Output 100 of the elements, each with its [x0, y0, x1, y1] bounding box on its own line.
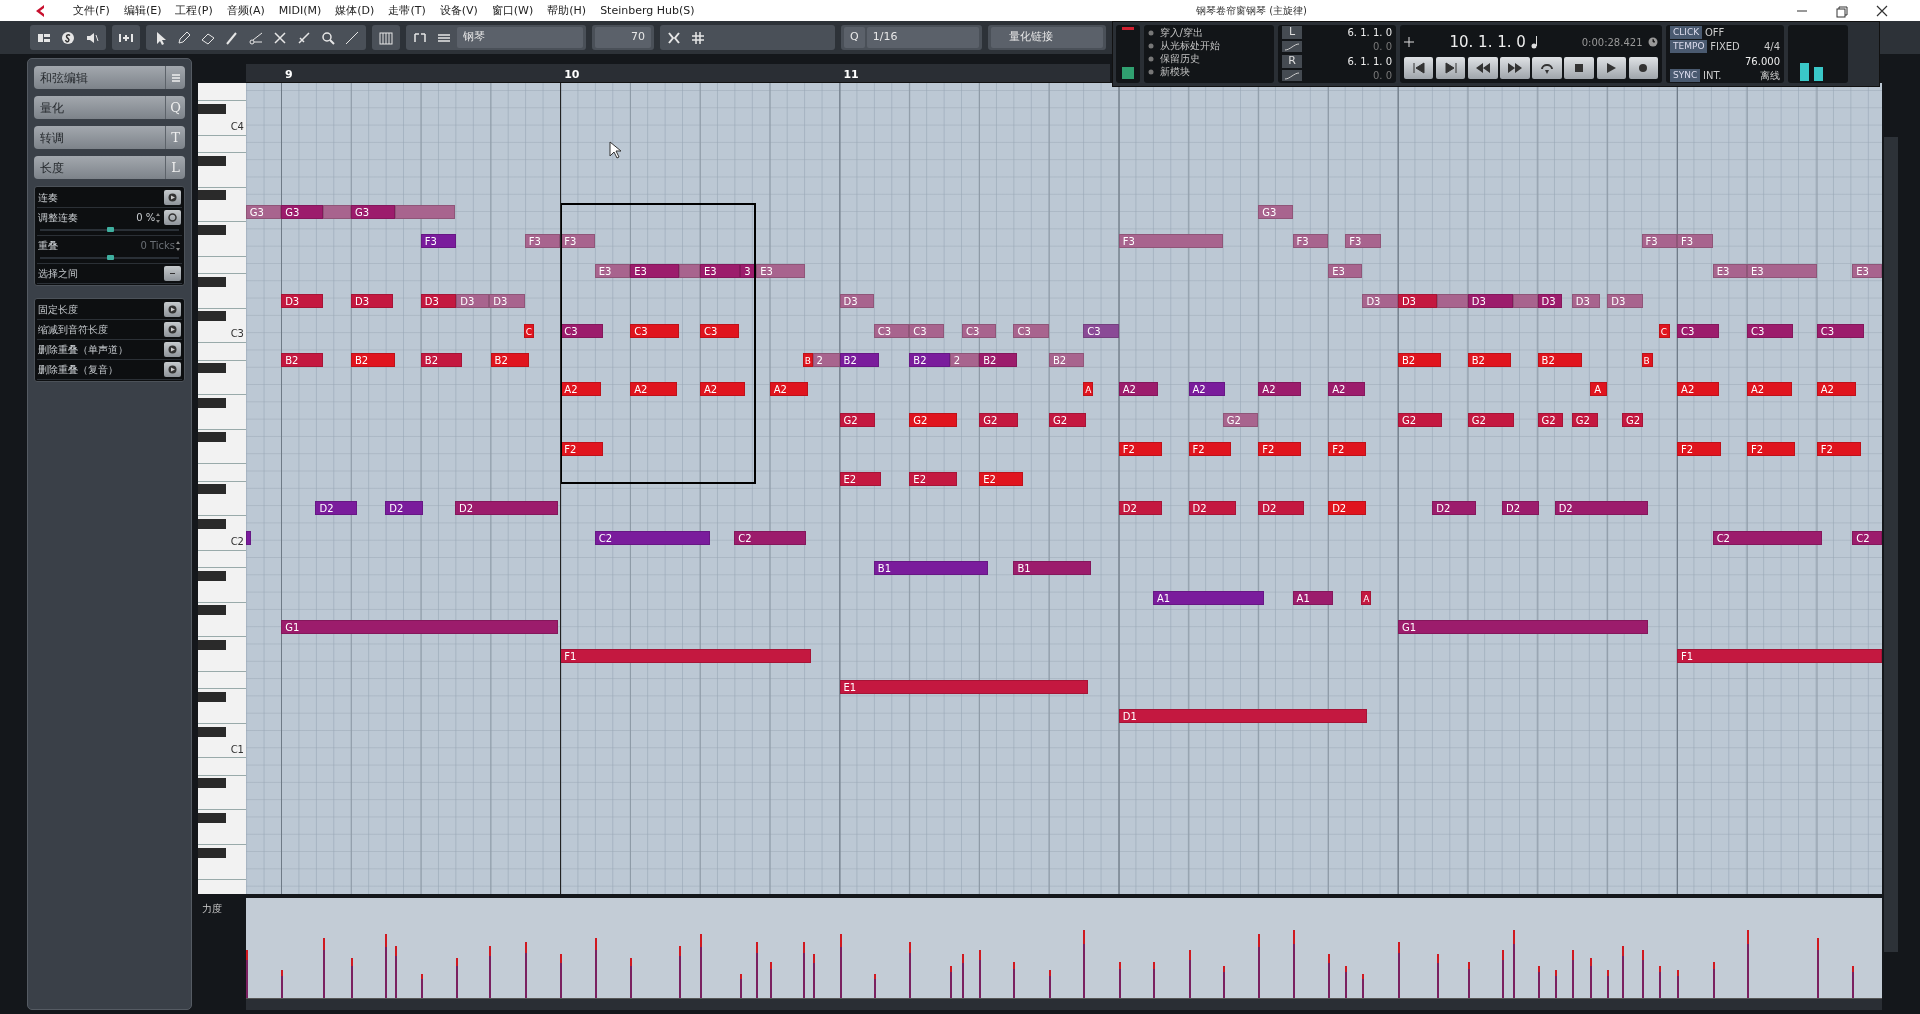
velocity-bar[interactable]: [1362, 974, 1365, 998]
quantize-link-dropdown[interactable]: 量化链接: [990, 27, 1103, 48]
menu-item[interactable]: 窗口(W): [484, 0, 541, 21]
sharp-key[interactable]: [198, 190, 226, 201]
midi-note[interactable]: D2: [1188, 501, 1237, 516]
track-dropdown[interactable]: 钢琴: [457, 27, 583, 48]
sharp-key[interactable]: [198, 778, 226, 789]
midi-note[interactable]: C3: [1083, 323, 1119, 338]
velocity-bar[interactable]: [909, 942, 912, 998]
midi-note[interactable]: D3: [1362, 294, 1398, 309]
midi-note[interactable]: E1: [839, 679, 1089, 694]
midi-note[interactable]: A2: [1816, 382, 1856, 397]
velocity-bar[interactable]: [1554, 970, 1557, 998]
midi-note[interactable]: G3: [246, 204, 282, 219]
velocity-bar[interactable]: [630, 958, 633, 998]
sharp-key[interactable]: [198, 570, 226, 581]
midi-note[interactable]: G1: [1397, 619, 1648, 634]
midi-note[interactable]: B2: [1048, 353, 1085, 367]
velocity-bar[interactable]: [839, 934, 842, 998]
midi-note[interactable]: C3: [630, 323, 680, 338]
midi-note[interactable]: D3: [456, 294, 490, 309]
midi-note[interactable]: B2: [1537, 353, 1582, 367]
velocity-bar[interactable]: [594, 938, 597, 998]
velocity-bar[interactable]: [1013, 962, 1016, 998]
velocity-bar[interactable]: [1437, 954, 1440, 998]
midi-note[interactable]: D3: [350, 294, 393, 309]
velocity-bar[interactable]: [949, 966, 952, 998]
midi-note[interactable]: D3: [1607, 294, 1643, 309]
velocity-bar[interactable]: [1658, 966, 1661, 998]
midi-note[interactable]: [1437, 294, 1468, 309]
midi-note[interactable]: C2: [594, 530, 710, 545]
menu-item[interactable]: 走带(T): [381, 0, 433, 21]
midi-note[interactable]: G3: [1258, 204, 1293, 219]
velocity-bar[interactable]: [812, 954, 815, 998]
forward-icon[interactable]: [1506, 60, 1523, 76]
velocity-bar[interactable]: [740, 974, 743, 998]
midi-note[interactable]: A2: [769, 382, 808, 397]
midi-note[interactable]: A: [1361, 590, 1372, 605]
solo-icon[interactable]: [60, 29, 76, 46]
midi-note[interactable]: G2: [1571, 413, 1598, 427]
velocity-bar[interactable]: [560, 954, 563, 998]
midi-note[interactable]: A1: [1153, 590, 1265, 605]
midi-note[interactable]: G2: [1622, 413, 1643, 427]
sharp-key[interactable]: [198, 518, 226, 529]
midi-note[interactable]: G2: [1222, 413, 1259, 427]
sharp-key[interactable]: [198, 847, 226, 858]
midi-note[interactable]: G2: [1048, 413, 1086, 427]
midi-note[interactable]: F3: [420, 234, 457, 249]
velocity-bar[interactable]: [1607, 970, 1610, 998]
velocity-bar[interactable]: [281, 970, 284, 998]
midi-note[interactable]: A2: [1188, 382, 1226, 397]
play-icon[interactable]: [168, 305, 177, 314]
velocity-bar[interactable]: [1816, 938, 1819, 998]
midi-note[interactable]: F3: [1677, 234, 1713, 249]
midi-note[interactable]: G1: [281, 619, 558, 634]
slider-thumb[interactable]: [106, 227, 114, 232]
midi-note[interactable]: 2: [949, 353, 980, 367]
midi-note[interactable]: B2: [839, 353, 879, 367]
locator-button[interactable]: L: [1282, 26, 1302, 39]
midi-note[interactable]: E3: [1712, 263, 1747, 278]
sharp-key[interactable]: [198, 432, 226, 443]
midi-note[interactable]: G2: [1537, 413, 1564, 427]
midi-note[interactable]: F3: [560, 234, 595, 249]
midi-note[interactable]: A2: [1258, 382, 1302, 397]
value-field[interactable]: 0 %: [136, 210, 156, 225]
midi-note[interactable]: F2: [560, 442, 604, 457]
velocity-bar[interactable]: [1083, 930, 1086, 998]
midi-note[interactable]: E3: [630, 263, 680, 278]
velocity-bar[interactable]: [1746, 930, 1749, 998]
menu-item[interactable]: 音频(A): [219, 0, 272, 21]
midi-note[interactable]: F2: [1188, 442, 1232, 457]
velocity-bar[interactable]: [322, 938, 325, 998]
velocity-bar[interactable]: [1467, 962, 1470, 998]
midi-note[interactable]: F2: [1118, 442, 1162, 457]
midi-note[interactable]: [679, 263, 700, 278]
pencil-icon[interactable]: [176, 29, 192, 46]
midi-note[interactable]: E3: [1746, 263, 1817, 278]
velocity-bar[interactable]: [1345, 966, 1348, 998]
restore-icon[interactable]: [1834, 3, 1850, 18]
velocity-bar[interactable]: [873, 974, 876, 998]
sharp-key[interactable]: [198, 276, 226, 287]
midi-note[interactable]: G2: [1467, 413, 1515, 427]
section-button[interactable]: 长度 L: [34, 156, 185, 179]
midi-note[interactable]: C: [523, 323, 534, 338]
velocity-bar[interactable]: [1571, 950, 1574, 998]
midi-note[interactable]: C: [1658, 323, 1670, 338]
midi-note[interactable]: A1: [1292, 590, 1333, 605]
section-button[interactable]: 量化 Q: [34, 96, 185, 119]
keyboard-icon[interactable]: [378, 29, 394, 46]
setting-button[interactable]: CLICK: [1670, 26, 1703, 39]
midi-note[interactable]: C3: [873, 323, 910, 338]
midi-note[interactable]: F1: [1677, 649, 1882, 664]
menu-item[interactable]: 编辑(E): [116, 0, 169, 21]
midi-note[interactable]: D3: [1467, 294, 1513, 309]
sharp-key[interactable]: [198, 311, 226, 322]
sharp-key[interactable]: [198, 484, 226, 495]
midi-note[interactable]: [395, 204, 456, 219]
sharp-key[interactable]: [198, 224, 226, 235]
midi-note[interactable]: D3: [1537, 294, 1562, 309]
midi-note[interactable]: 2: [812, 353, 840, 367]
